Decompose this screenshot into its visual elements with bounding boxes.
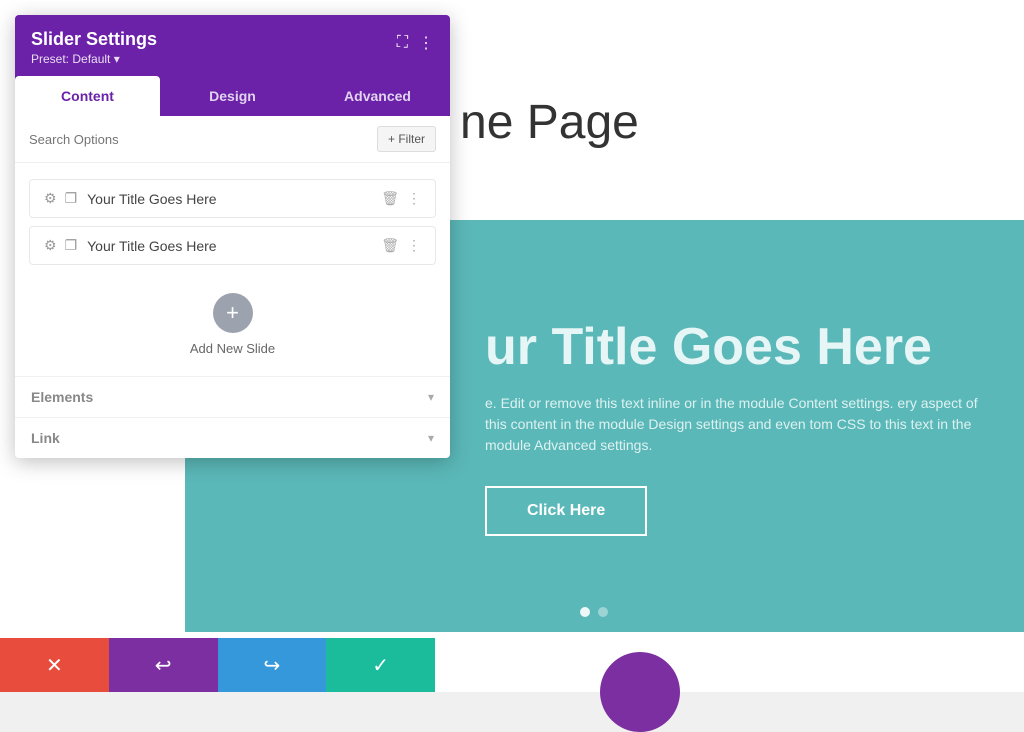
slide-2-left-icons: ⚙ ❐ [44, 237, 77, 254]
elements-label: Elements [31, 389, 93, 405]
page-title: ne Page [460, 95, 639, 150]
slide-2-label: Your Title Goes Here [87, 238, 371, 254]
panel-header-icons: ⛶ ⋮ [397, 33, 434, 53]
more-icon-2[interactable]: ⋮ [407, 237, 421, 254]
purple-circle-decoration [600, 652, 680, 732]
slider-dots [580, 607, 608, 617]
slide-item-1: ⚙ ❐ Your Title Goes Here 🗑 ⋮ [29, 179, 436, 218]
settings-panel: Slider Settings Preset: Default ▾ ⛶ ⋮ Co… [15, 15, 450, 458]
panel-header-left: Slider Settings Preset: Default ▾ [31, 29, 157, 66]
link-chevron-icon: ▾ [428, 431, 434, 445]
link-label: Link [31, 430, 60, 446]
slider-cta-button[interactable]: Click Here [485, 486, 647, 536]
slider-body-text: e. Edit or remove this text inline or in… [485, 393, 984, 456]
add-slide-area[interactable]: + Add New Slide [15, 273, 450, 376]
more-icon-1[interactable]: ⋮ [407, 190, 421, 207]
bottom-toolbar: ✕ ↩ ↪ ✓ [0, 638, 435, 692]
panel-preset[interactable]: Preset: Default ▾ [31, 52, 157, 66]
slide-1-right-icons: 🗑 ⋮ [381, 190, 421, 207]
dot-2[interactable] [598, 607, 608, 617]
slides-list: ⚙ ❐ Your Title Goes Here 🗑 ⋮ ⚙ ❐ Your Ti… [15, 163, 450, 273]
filter-button[interactable]: + Filter [377, 126, 436, 152]
cancel-button[interactable]: ✕ [0, 638, 109, 692]
slider-heading: ur Title Goes Here [485, 317, 932, 377]
panel-title: Slider Settings [31, 29, 157, 50]
add-slide-label: Add New Slide [190, 341, 275, 356]
delete-icon-2[interactable]: 🗑 [381, 237, 399, 254]
elements-chevron-icon: ▾ [428, 390, 434, 404]
duplicate-icon-1[interactable]: ❐ [65, 190, 78, 207]
undo-button[interactable]: ↩ [109, 638, 218, 692]
search-input[interactable] [29, 132, 377, 147]
redo-button[interactable]: ↪ [218, 638, 327, 692]
slide-1-label: Your Title Goes Here [87, 191, 371, 207]
search-bar: + Filter [15, 116, 450, 163]
panel-tabs: Content Design Advanced [15, 76, 450, 116]
panel-header: Slider Settings Preset: Default ▾ ⛶ ⋮ [15, 15, 450, 76]
section-link[interactable]: Link ▾ [15, 417, 450, 458]
tab-design[interactable]: Design [160, 76, 305, 116]
delete-icon-1[interactable]: 🗑 [381, 190, 399, 207]
add-slide-icon: + [213, 293, 253, 333]
section-elements[interactable]: Elements ▾ [15, 376, 450, 417]
dot-1[interactable] [580, 607, 590, 617]
tab-advanced[interactable]: Advanced [305, 76, 450, 116]
settings-icon-1[interactable]: ⚙ [44, 190, 57, 207]
more-options-icon[interactable]: ⋮ [418, 33, 434, 53]
slide-2-right-icons: 🗑 ⋮ [381, 237, 421, 254]
tab-content[interactable]: Content [15, 76, 160, 116]
slide-item-2: ⚙ ❐ Your Title Goes Here 🗑 ⋮ [29, 226, 436, 265]
confirm-button[interactable]: ✓ [326, 638, 435, 692]
settings-icon-2[interactable]: ⚙ [44, 237, 57, 254]
slide-1-left-icons: ⚙ ❐ [44, 190, 77, 207]
duplicate-icon-2[interactable]: ❐ [65, 237, 78, 254]
resize-icon[interactable]: ⛶ [397, 34, 408, 52]
